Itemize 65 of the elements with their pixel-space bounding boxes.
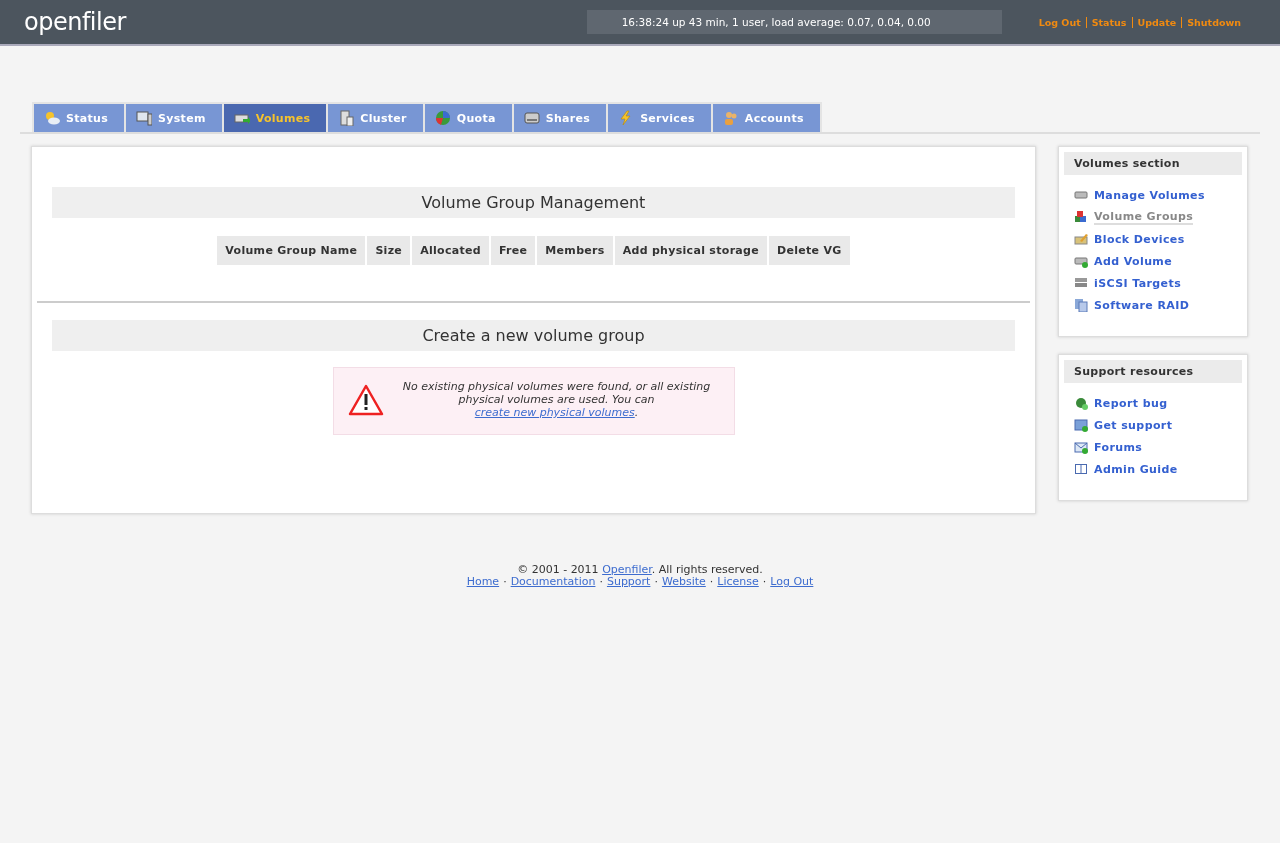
disks-icon	[1074, 298, 1088, 312]
sidebar-link[interactable]: Block Devices	[1094, 232, 1185, 246]
separator: ·	[654, 575, 658, 588]
tab[interactable]: System	[124, 102, 224, 132]
header-link[interactable]: Log Out	[1033, 16, 1086, 28]
openfiler-link[interactable]: Openfiler	[602, 563, 652, 576]
sidebar-link[interactable]: iSCSI Targets	[1094, 276, 1182, 290]
server-icon	[1074, 276, 1088, 290]
sidebar-title: Support resources	[1064, 360, 1242, 383]
server-icon	[338, 110, 355, 126]
separator: ·	[503, 575, 507, 588]
header-link[interactable]: Shutdown	[1181, 16, 1246, 28]
footer-link[interactable]: Home	[466, 575, 500, 588]
table-header: Members	[537, 236, 613, 265]
tab[interactable]: Status	[32, 102, 127, 132]
table-header: Size	[367, 236, 411, 265]
tab[interactable]: Services	[606, 102, 713, 132]
separator: ·	[762, 575, 767, 588]
tab[interactable]: Quota	[422, 102, 514, 132]
sidebar-link[interactable]: Admin Guide	[1094, 462, 1178, 476]
system-status-bar: 16:38:24 up 43 min, 1 user, load average: 0.07, 0.04, 0.00	[586, 10, 1002, 34]
copyright-text: © 2001 - 2011 Openfiler. All rights reserved.	[516, 564, 764, 576]
sidebar-link[interactable]: Software RAID	[1094, 298, 1190, 312]
separator: ·	[599, 575, 603, 588]
table-header: Delete VG	[769, 236, 850, 265]
separator: ·	[709, 575, 714, 588]
table-header: Free	[491, 236, 536, 265]
footer-link[interactable]: License	[717, 575, 759, 588]
sun-cloud-icon	[44, 110, 60, 126]
header-link[interactable]: Update	[1131, 16, 1182, 28]
footer-link[interactable]: Log Out	[770, 575, 814, 588]
sidebar-link[interactable]: Manage Volumes	[1094, 188, 1205, 202]
tab[interactable]: Volumes	[221, 102, 329, 132]
section-title: Volume Group Management	[52, 187, 1015, 218]
sidebar-link[interactable]: Get support	[1094, 418, 1173, 432]
logo: openfiler	[24, 8, 126, 36]
users-icon	[722, 110, 739, 126]
tab[interactable]: Cluster	[326, 102, 425, 132]
footer-link[interactable]: Documentation	[510, 575, 596, 588]
pie-chart-icon	[434, 110, 451, 126]
drive-icon	[523, 110, 540, 126]
header-link[interactable]: Status	[1085, 16, 1132, 28]
create-physical-volumes-link[interactable]: create new physical volumes	[474, 406, 635, 419]
sidebar-link[interactable]: Add Volume	[1094, 254, 1173, 268]
drive-plus-icon	[1074, 254, 1088, 268]
tab[interactable]: Shares	[511, 102, 609, 132]
footer-link[interactable]: Support	[606, 575, 651, 588]
tab[interactable]: Accounts	[710, 102, 822, 132]
footer-link[interactable]: Website	[661, 575, 706, 588]
drive-pencil-icon	[1074, 232, 1088, 246]
sidebar-link[interactable]: Report bug	[1094, 396, 1168, 410]
window-plus-icon	[1074, 418, 1088, 432]
computer-icon	[136, 110, 153, 126]
table-header: Add physical storage	[614, 236, 767, 265]
sidebar-link[interactable]: Forums	[1094, 440, 1143, 454]
cubes-icon	[1074, 210, 1088, 224]
sidebar-title: Volumes section	[1064, 152, 1242, 175]
table-header: Volume Group Name	[217, 236, 366, 265]
drive-icon	[1074, 188, 1088, 202]
book-icon	[1074, 462, 1088, 476]
sidebar-link[interactable]: Volume Groups	[1094, 209, 1194, 225]
warning-icon	[347, 383, 384, 416]
section-title: Create a new volume group	[52, 320, 1015, 351]
table-header: Allocated	[412, 236, 489, 265]
warning-text: No existing physical volumes were found, or all existing physical volumes are used. You can create new physical volumes.	[401, 380, 712, 419]
